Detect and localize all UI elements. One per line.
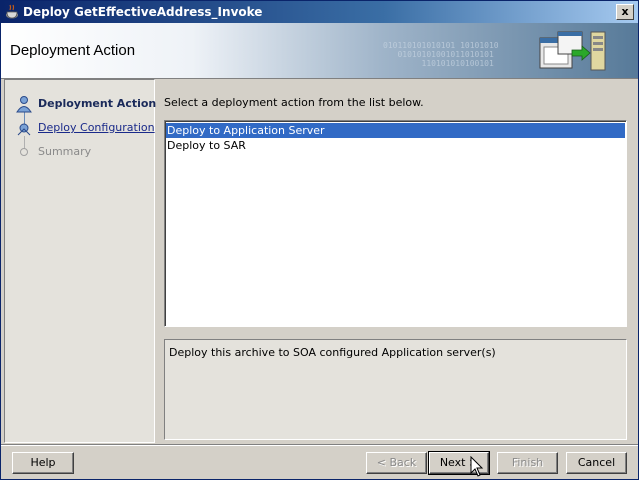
close-icon: x (621, 5, 629, 18)
button-separator (1, 444, 638, 446)
help-label: Help (30, 456, 56, 469)
deploy-dialog: Deploy GetEffectiveAddress_Invoke x Depl… (0, 0, 639, 480)
list-item-deploy-sar[interactable]: Deploy to SAR (166, 138, 625, 153)
back-label: < Back (376, 456, 417, 469)
wizard-header: Deployment Action 010110101010101 101010… (1, 23, 638, 79)
finish-button[interactable]: Finish (497, 452, 558, 474)
finish-label: Finish (511, 456, 544, 469)
deployment-action-list[interactable]: Deploy to Application Server Deploy to S… (164, 120, 627, 327)
back-button[interactable]: < Back (366, 452, 427, 474)
list-item-deploy-application-server[interactable]: Deploy to Application Server (166, 123, 625, 138)
step-marker-icon (17, 123, 31, 136)
title-bar[interactable]: Deploy GetEffectiveAddress_Invoke x (1, 1, 638, 23)
step-circle-icon (20, 148, 28, 156)
list-item-label: Deploy to SAR (167, 139, 246, 152)
deploy-graphic-icon (539, 31, 606, 71)
wizard-steps-panel: Deployment Action Deploy Configuration S… (4, 79, 157, 443)
close-button[interactable]: x (616, 4, 634, 20)
action-description: Deploy this archive to SOA configured Ap… (169, 346, 496, 359)
coffee-cup-icon (6, 4, 18, 19)
step-label: Deploy Configuration (38, 121, 155, 134)
cancel-label: Cancel (577, 456, 616, 469)
list-item-label: Deploy to Application Server (167, 124, 325, 137)
instruction-text: Select a deployment action from the list… (164, 96, 424, 109)
help-button[interactable]: Help (12, 452, 74, 474)
step-label: Summary (38, 145, 92, 158)
mouse-pointer-icon (470, 456, 484, 477)
person-step-icon (16, 96, 32, 113)
binary-decoration: 010110101010101 10101010 010101010010110… (383, 41, 499, 68)
cancel-button[interactable]: Cancel (566, 452, 627, 474)
window-title: Deploy GetEffectiveAddress_Invoke (23, 5, 263, 19)
step-label: Deployment Action (38, 97, 157, 110)
page-title: Deployment Action (10, 42, 136, 59)
action-description-panel: Deploy this archive to SOA configured Ap… (164, 339, 627, 440)
